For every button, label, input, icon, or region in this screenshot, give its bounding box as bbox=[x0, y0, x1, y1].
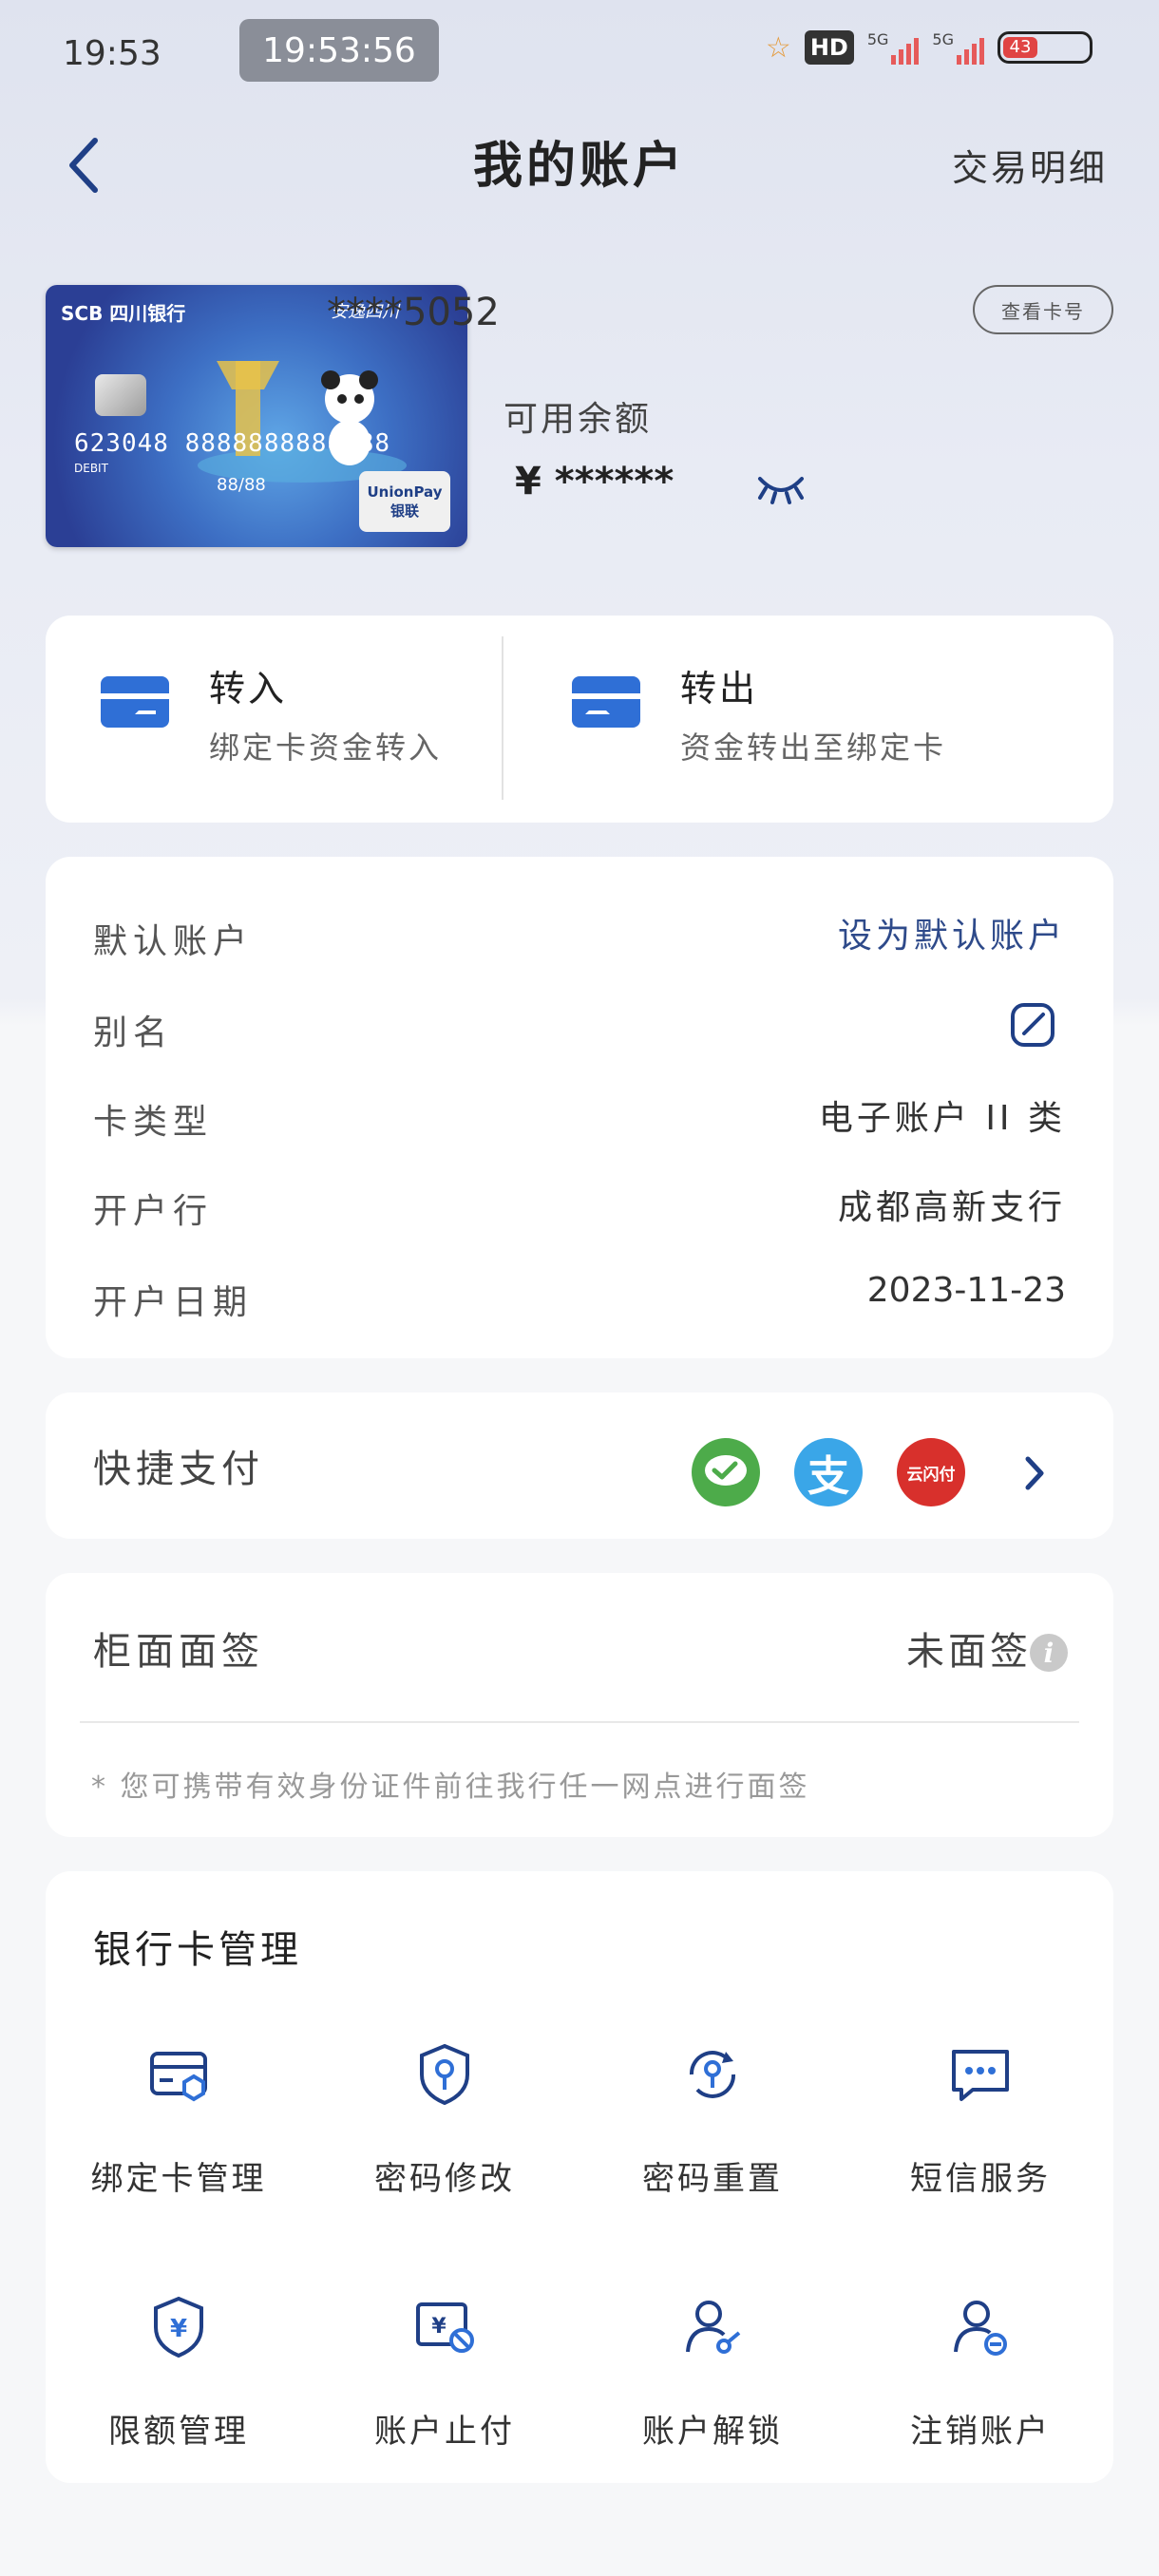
transfer-in-button[interactable]: 转入 绑定卡资金转入 bbox=[46, 616, 502, 823]
status-clock-pill: 19:53:56 bbox=[239, 19, 439, 82]
set-default-account-link[interactable]: 设为默认账户 bbox=[838, 908, 1066, 957]
branch-label: 开户行 bbox=[93, 1192, 214, 1231]
branch-value: 成都高新支行 bbox=[837, 1188, 1066, 1227]
sms-service-button[interactable]: 短信服务 bbox=[847, 2040, 1113, 2199]
card-management-title: 银行卡管理 bbox=[93, 1928, 302, 1972]
card-number-masked: ****5052 bbox=[327, 291, 500, 334]
svg-text:¥: ¥ bbox=[170, 2315, 187, 2343]
status-icons: ☆ HD 5G 5G 43 bbox=[766, 30, 1092, 65]
limit-management-button[interactable]: ¥ 限额管理 bbox=[46, 2293, 312, 2452]
transfer-out-subtitle: 资金转出至绑定卡 bbox=[680, 729, 947, 766]
transfer-out-button[interactable]: 转出 资金转出至绑定卡 bbox=[504, 616, 1113, 823]
menu-label: 密码修改 bbox=[374, 2160, 515, 2198]
info-icon[interactable]: i bbox=[1030, 1634, 1068, 1672]
open-date-value: 2023-11-23 bbox=[866, 1271, 1066, 1310]
wechat-pay-icon bbox=[692, 1438, 760, 1506]
unionpay-cloud-icon: 云闪付 bbox=[897, 1438, 965, 1506]
stop-payment-icon: ¥ bbox=[416, 2302, 474, 2353]
view-card-number-button[interactable]: 查看卡号 bbox=[973, 285, 1113, 334]
card-type-value: 电子账户 II 类 bbox=[818, 1099, 1066, 1138]
transfer-out-icon bbox=[572, 676, 640, 728]
unionpay-logo: UnionPay 银联 bbox=[359, 471, 450, 532]
menu-label: 注销账户 bbox=[910, 2413, 1051, 2451]
eye-closed-icon[interactable] bbox=[756, 471, 806, 505]
battery-icon: 43 bbox=[998, 31, 1092, 64]
hd-icon: HD bbox=[804, 30, 854, 65]
bind-card-management-button[interactable]: 绑定卡管理 bbox=[46, 2040, 312, 2199]
sign-status: 未面签 bbox=[906, 1630, 1032, 1674]
close-account-button[interactable]: 注销账户 bbox=[847, 2293, 1113, 2452]
alias-label: 别名 bbox=[93, 1013, 174, 1052]
divider bbox=[80, 1721, 1079, 1723]
menu-label: 限额管理 bbox=[108, 2413, 249, 2451]
transfer-out-title: 转出 bbox=[680, 668, 759, 710]
menu-label: 密码重置 bbox=[642, 2160, 783, 2198]
svg-text:¥: ¥ bbox=[431, 2315, 446, 2339]
close-account-icon bbox=[954, 2301, 1007, 2356]
status-time: 19:53 bbox=[63, 34, 162, 73]
menu-label: 账户止付 bbox=[374, 2413, 515, 2451]
balance-value: ¥ ****** bbox=[515, 460, 674, 503]
counter-sign-label: 柜面面签 bbox=[93, 1630, 264, 1674]
sms-icon bbox=[952, 2050, 1009, 2101]
default-account-label: 默认账户 bbox=[93, 922, 254, 961]
open-date-label: 开户日期 bbox=[93, 1283, 254, 1322]
transfer-in-icon bbox=[101, 676, 169, 728]
transfer-in-title: 转入 bbox=[209, 668, 288, 710]
panda-illustration bbox=[198, 361, 407, 483]
edit-icon[interactable] bbox=[1009, 1001, 1056, 1049]
balance-label: 可用余额 bbox=[504, 400, 653, 439]
account-unlock-button[interactable]: 账户解锁 bbox=[580, 2293, 846, 2452]
alipay-icon: 支 bbox=[794, 1438, 863, 1506]
account-unlock-icon bbox=[686, 2301, 741, 2354]
limit-shield-icon: ¥ bbox=[154, 2296, 203, 2358]
card-type-label: 卡类型 bbox=[93, 1103, 214, 1142]
transaction-details-link[interactable]: 交易明细 bbox=[952, 139, 1108, 191]
chip-icon bbox=[95, 374, 146, 416]
signal-icon-2: 5G bbox=[932, 30, 984, 65]
signal-icon: 5G bbox=[867, 30, 920, 65]
menu-label: 账户解锁 bbox=[642, 2413, 783, 2451]
hotspot-icon: ☆ bbox=[765, 30, 791, 65]
menu-label: 短信服务 bbox=[910, 2160, 1051, 2198]
sign-note: * 您可携带有效身份证件前往我行任一网点进行面签 bbox=[91, 1771, 810, 1804]
password-change-icon bbox=[420, 2043, 469, 2106]
card-bind-icon bbox=[150, 2052, 207, 2102]
transfer-in-subtitle: 绑定卡资金转入 bbox=[209, 729, 443, 766]
quick-pay-label: 快捷支付 bbox=[93, 1448, 264, 1491]
password-reset-button[interactable]: 密码重置 bbox=[580, 2040, 846, 2199]
stop-payment-button[interactable]: ¥ 账户止付 bbox=[312, 2293, 578, 2452]
chevron-right-icon[interactable] bbox=[1020, 1451, 1049, 1495]
menu-label: 绑定卡管理 bbox=[90, 2160, 267, 2198]
password-change-button[interactable]: 密码修改 bbox=[312, 2040, 578, 2199]
password-reset-icon bbox=[689, 2051, 736, 2098]
